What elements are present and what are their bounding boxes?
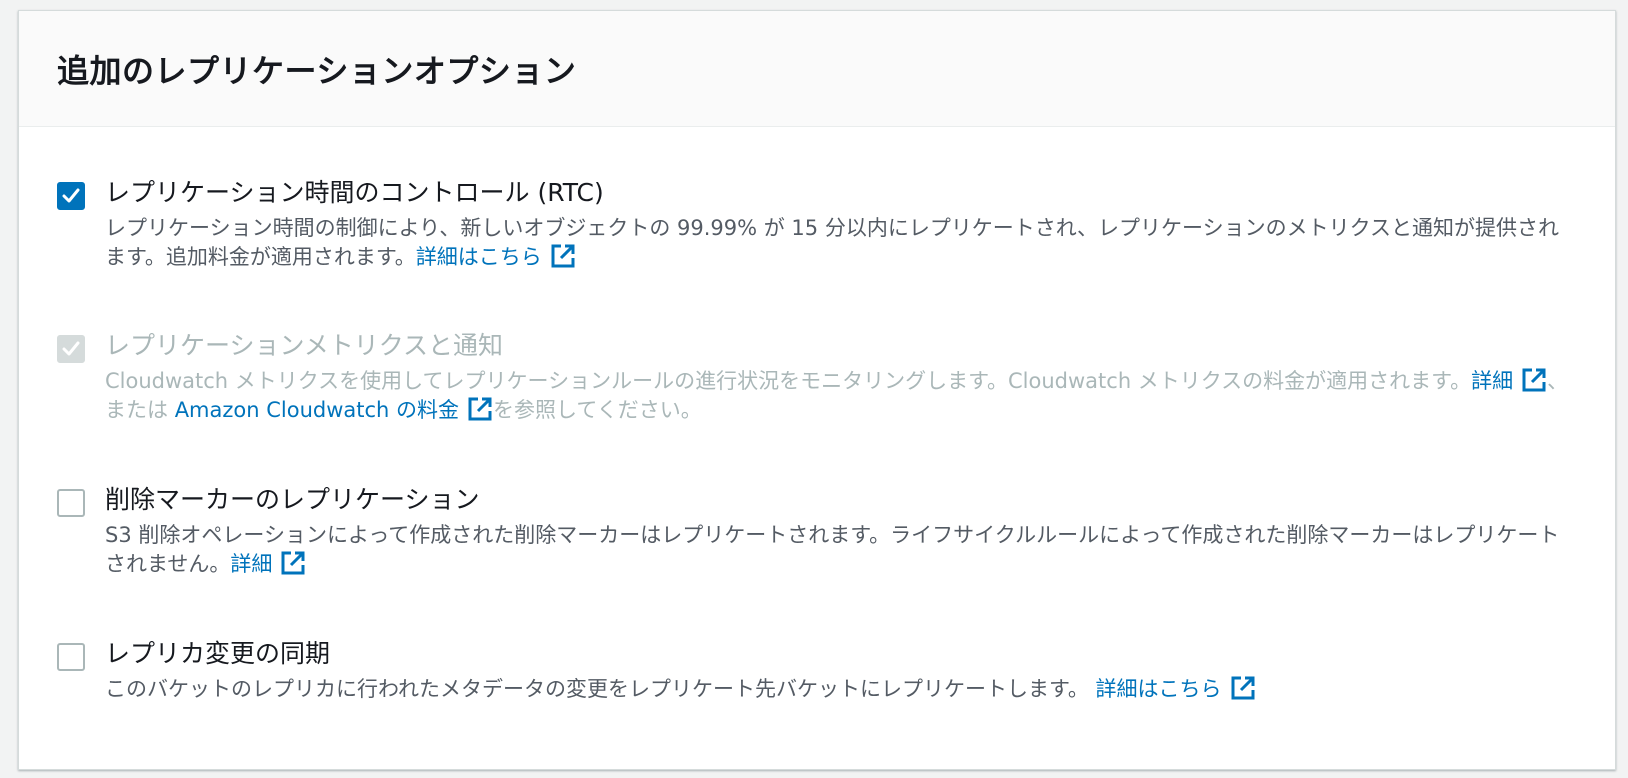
replica-sync-description: このバケットのレプリカに行われたメタデータの変更をレプリケート先バケットにレプリ… <box>105 675 1577 704</box>
external-link-icon <box>467 396 493 422</box>
delete-marker-learn-more-label: 詳細 <box>230 552 273 576</box>
external-link-icon <box>1230 675 1256 701</box>
metrics-description: Cloudwatch メトリクスを使用してレプリケーションルールの進行状況をモニ… <box>105 367 1577 425</box>
delete-marker-body: 削除マーカーのレプリケーション S3 削除オペレーションによって作成された削除マ… <box>105 481 1577 579</box>
cloudwatch-pricing-link[interactable]: Amazon Cloudwatch の料金 <box>174 396 493 422</box>
delete-marker-description: S3 削除オペレーションによって作成された削除マーカーはレプリケートされます。ラ… <box>105 521 1577 579</box>
replica-sync-label[interactable]: レプリカ変更の同期 <box>105 635 1577 673</box>
metrics-learn-more-label: 詳細 <box>1471 369 1514 393</box>
metrics-description-text: Cloudwatch メトリクスを使用してレプリケーションルールの進行状況をモニ… <box>105 369 1472 393</box>
panel-title: 追加のレプリケーションオプション <box>57 51 577 90</box>
replica-sync-description-text: このバケットのレプリカに行われたメタデータの変更をレプリケート先バケットにレプリ… <box>105 677 1096 701</box>
metrics-description-suffix: を参照してください。 <box>493 398 702 422</box>
delete-marker-learn-more-link[interactable]: 詳細 <box>230 550 306 576</box>
external-link-icon <box>280 550 306 576</box>
delete-marker-checkbox[interactable] <box>57 489 85 517</box>
metrics-learn-more-link[interactable]: 詳細 <box>1471 367 1547 393</box>
metrics-checkbox <box>57 335 85 363</box>
rtc-learn-more-label: 詳細はこちら <box>415 245 542 269</box>
checkmark-icon <box>62 341 80 356</box>
delete-marker-description-text: S3 削除オペレーションによって作成された削除マーカーはレプリケートされます。ラ… <box>105 523 1560 576</box>
replica-sync-learn-more-link[interactable]: 詳細はこちら <box>1095 675 1256 701</box>
rtc-description: レプリケーション時間の制御により、新しいオブジェクトの 99.99% が 15 … <box>105 214 1577 272</box>
rtc-body: レプリケーション時間のコントロール (RTC) レプリケーション時間の制御により… <box>105 174 1577 272</box>
replica-sync-body: レプリカ変更の同期 このバケットのレプリカに行われたメタデータの変更をレプリケー… <box>105 635 1577 704</box>
delete-marker-label[interactable]: 削除マーカーのレプリケーション <box>105 481 1577 519</box>
metrics-label: レプリケーションメトリクスと通知 <box>105 331 504 360</box>
external-link-icon <box>550 243 576 269</box>
replica-sync-checkbox[interactable] <box>57 643 85 671</box>
rtc-label[interactable]: レプリケーション時間のコントロール (RTC) <box>105 174 1577 212</box>
cloudwatch-pricing-label: Amazon Cloudwatch の料金 <box>174 398 460 422</box>
metrics-body: レプリケーションメトリクスと通知 Cloudwatch メトリクスを使用してレプ… <box>105 327 1577 425</box>
rtc-description-text: レプリケーション時間の制御により、新しいオブジェクトの 99.99% が 15 … <box>105 216 1559 269</box>
replica-sync-learn-more-label: 詳細はこちら <box>1095 677 1222 701</box>
rtc-checkbox[interactable] <box>57 182 85 210</box>
replication-options-panel: 追加のレプリケーションオプション レプリケーション時間のコントロール (RTC)… <box>18 10 1616 770</box>
panel-header: 追加のレプリケーションオプション <box>19 11 1615 127</box>
checkmark-icon <box>62 188 80 203</box>
rtc-learn-more-link[interactable]: 詳細はこちら <box>415 243 576 269</box>
external-link-icon <box>1521 367 1547 393</box>
